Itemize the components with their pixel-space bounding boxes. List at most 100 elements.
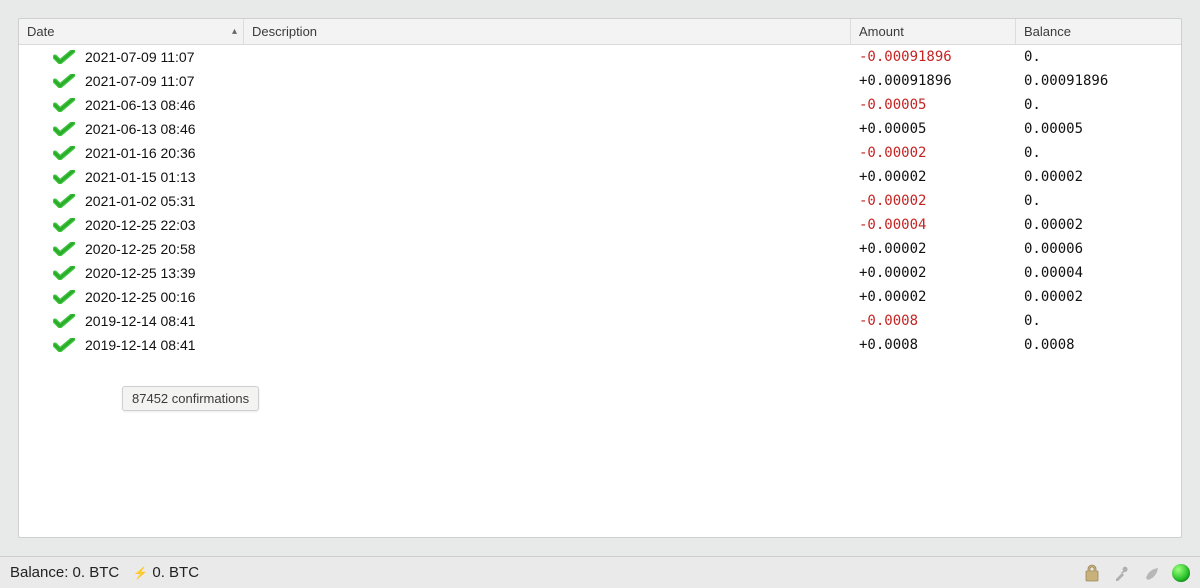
lightning-icon: ⚡ xyxy=(133,566,148,580)
cell-amount: +0.00002 xyxy=(851,289,1016,305)
cell-date: 2021-07-09 11:07 xyxy=(19,49,244,65)
confirmations-tooltip: 87452 confirmations xyxy=(122,386,259,411)
table-row[interactable]: 2019-12-14 08:41 +0.00080.0008 xyxy=(19,333,1181,357)
cell-balance: 0. xyxy=(1016,193,1181,209)
cell-amount: +0.00002 xyxy=(851,265,1016,281)
cell-amount: +0.00002 xyxy=(851,241,1016,257)
column-header-description[interactable]: Description xyxy=(244,19,851,44)
cell-date: 2020-12-25 22:03 xyxy=(19,217,244,233)
tx-date: 2020-12-25 00:16 xyxy=(85,289,196,305)
confirmed-check-icon xyxy=(53,266,75,280)
cell-balance: 0.00004 xyxy=(1016,265,1181,281)
cell-balance: 0.00002 xyxy=(1016,169,1181,185)
tx-date: 2021-07-09 11:07 xyxy=(85,49,195,65)
cell-date: 2019-12-14 08:41 xyxy=(19,337,244,353)
cell-balance: 0.0008 xyxy=(1016,337,1181,353)
column-header-amount[interactable]: Amount xyxy=(851,19,1016,44)
column-label: Description xyxy=(252,24,317,39)
tx-date: 2019-12-14 08:41 xyxy=(85,313,196,329)
confirmed-check-icon xyxy=(53,122,75,136)
cell-amount: -0.00004 xyxy=(851,217,1016,233)
tx-date: 2021-06-13 08:46 xyxy=(85,97,196,113)
status-left: Balance: 0. BTC ⚡ 0. BTC xyxy=(10,564,199,581)
column-label: Date xyxy=(27,24,54,39)
tx-date: 2021-01-02 05:31 xyxy=(85,193,196,209)
confirmed-check-icon xyxy=(53,314,75,328)
confirmed-check-icon xyxy=(53,194,75,208)
cell-balance: 0.00002 xyxy=(1016,289,1181,305)
cell-balance: 0.00005 xyxy=(1016,121,1181,137)
table-row[interactable]: 2021-06-13 08:46 +0.000050.00005 xyxy=(19,117,1181,141)
cell-date: 2021-06-13 08:46 xyxy=(19,121,244,137)
cell-amount: -0.00005 xyxy=(851,97,1016,113)
cell-date: 2021-07-09 11:07 xyxy=(19,73,244,89)
cell-balance: 0. xyxy=(1016,313,1181,329)
tx-date: 2021-06-13 08:46 xyxy=(85,121,196,137)
table-row[interactable]: 2020-12-25 22:03 -0.000040.00002 xyxy=(19,213,1181,237)
cell-balance: 0.00002 xyxy=(1016,217,1181,233)
table-row[interactable]: 2020-12-25 13:39 +0.000020.00004 xyxy=(19,261,1181,285)
table-row[interactable]: 2021-06-13 08:46 -0.000050. xyxy=(19,93,1181,117)
confirmed-check-icon xyxy=(53,338,75,352)
cell-date: 2020-12-25 00:16 xyxy=(19,289,244,305)
cell-amount: -0.0008 xyxy=(851,313,1016,329)
table-row[interactable]: 2020-12-25 20:58 +0.000020.00006 xyxy=(19,237,1181,261)
tools-icon[interactable] xyxy=(1112,563,1132,583)
confirmed-check-icon xyxy=(53,170,75,184)
balance-display: Balance: 0. BTC xyxy=(10,564,119,581)
cell-balance: 0. xyxy=(1016,97,1181,113)
table-body[interactable]: 2021-07-09 11:07-0.000918960.2021-07-09 … xyxy=(19,45,1181,537)
cell-amount: +0.00005 xyxy=(851,121,1016,137)
cell-date: 2019-12-14 08:41 xyxy=(19,313,244,329)
cell-balance: 0.00091896 xyxy=(1016,73,1181,89)
table-row[interactable]: 2021-01-15 01:13 +0.000020.00002 xyxy=(19,165,1181,189)
cell-date: 2021-01-15 01:13 xyxy=(19,169,244,185)
cell-amount: +0.00091896 xyxy=(851,73,1016,89)
tx-date: 2021-07-09 11:07 xyxy=(85,73,195,89)
cell-amount: -0.00002 xyxy=(851,145,1016,161)
seed-icon[interactable] xyxy=(1142,563,1162,583)
table-row[interactable]: 2021-07-09 11:07 -0.000918960. xyxy=(19,45,1181,69)
table-row[interactable]: 2021-01-02 05:31 -0.000020. xyxy=(19,189,1181,213)
column-label: Amount xyxy=(859,24,904,39)
confirmed-check-icon xyxy=(53,218,75,232)
column-header-date[interactable]: Date ▴ xyxy=(19,19,244,44)
confirmed-check-icon xyxy=(53,74,75,88)
transaction-table: Date ▴ Description Amount Balance 2021-0… xyxy=(18,18,1182,538)
table-row[interactable]: 2019-12-14 08:41 -0.00080. xyxy=(19,309,1181,333)
status-bar: Balance: 0. BTC ⚡ 0. BTC xyxy=(0,556,1200,588)
tx-date: 2019-12-14 08:41 xyxy=(85,337,196,353)
cell-amount: +0.00002 xyxy=(851,169,1016,185)
cell-balance: 0.00006 xyxy=(1016,241,1181,257)
tx-date: 2020-12-25 20:58 xyxy=(85,241,196,257)
table-row[interactable]: 2020-12-25 00:16 +0.000020.00002 xyxy=(19,285,1181,309)
table-header: Date ▴ Description Amount Balance xyxy=(19,19,1181,45)
tx-date: 2020-12-25 13:39 xyxy=(85,265,196,281)
table-row[interactable]: 2021-07-09 11:07 +0.000918960.00091896 xyxy=(19,69,1181,93)
column-header-balance[interactable]: Balance xyxy=(1016,19,1181,44)
cell-amount: -0.00091896 xyxy=(851,49,1016,65)
tx-date: 2021-01-15 01:13 xyxy=(85,169,196,185)
cell-amount: -0.00002 xyxy=(851,193,1016,209)
column-label: Balance xyxy=(1024,24,1071,39)
confirmed-check-icon xyxy=(53,50,75,64)
wallet-history-panel: Date ▴ Description Amount Balance 2021-0… xyxy=(0,0,1200,588)
cell-date: 2021-01-02 05:31 xyxy=(19,193,244,209)
confirmed-check-icon xyxy=(53,242,75,256)
tx-date: 2020-12-25 22:03 xyxy=(85,217,196,233)
lock-icon[interactable] xyxy=(1082,563,1102,583)
cell-date: 2021-01-16 20:36 xyxy=(19,145,244,161)
cell-date: 2021-06-13 08:46 xyxy=(19,97,244,113)
status-right xyxy=(1082,563,1190,583)
cell-date: 2020-12-25 20:58 xyxy=(19,241,244,257)
confirmed-check-icon xyxy=(53,290,75,304)
confirmed-check-icon xyxy=(53,146,75,160)
sort-ascending-icon: ▴ xyxy=(232,26,237,37)
table-row[interactable]: 2021-01-16 20:36 -0.000020. xyxy=(19,141,1181,165)
cell-amount: +0.0008 xyxy=(851,337,1016,353)
confirmed-check-icon xyxy=(53,98,75,112)
cell-balance: 0. xyxy=(1016,145,1181,161)
tx-date: 2021-01-16 20:36 xyxy=(85,145,196,161)
cell-balance: 0. xyxy=(1016,49,1181,65)
network-status-dot[interactable] xyxy=(1172,564,1190,582)
